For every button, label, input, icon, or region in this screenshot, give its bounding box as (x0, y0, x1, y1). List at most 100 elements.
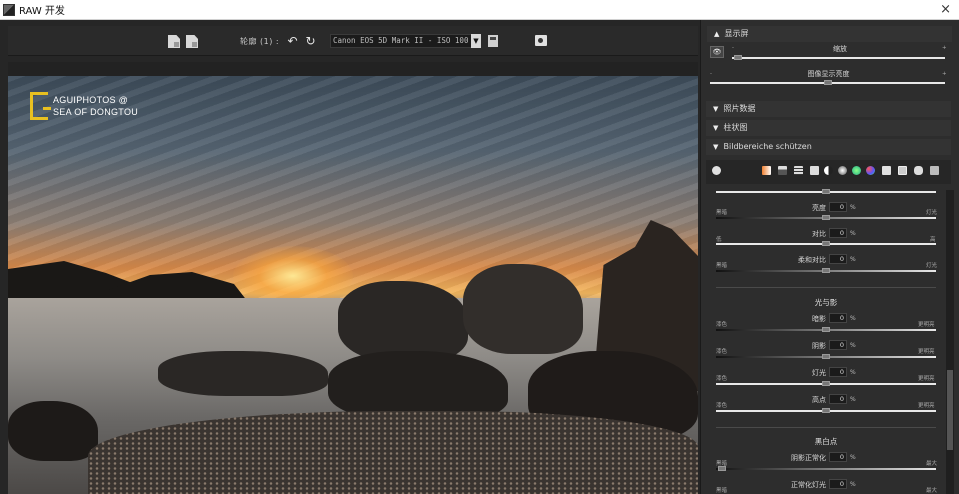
lens-icon[interactable] (930, 166, 939, 175)
pct-unit: % (850, 481, 856, 488)
brightness-slider-knob[interactable] (824, 80, 832, 85)
redo-icon[interactable]: ↻ (304, 34, 317, 48)
color-icon[interactable] (852, 166, 861, 175)
slider-label: 正常化灯光 (791, 481, 826, 489)
title-bar: RAW 开发 × (0, 0, 959, 20)
zoom-slider-knob[interactable] (734, 55, 742, 60)
preview-toolbar: 轮廓 (1) : ↶ ↻ Canon EOS 5D Mark II - ISO … (8, 26, 698, 56)
contrast-icon[interactable] (824, 166, 833, 175)
slider-right-label: 更明亮 (918, 349, 935, 355)
slider-label: 对比 (812, 230, 826, 238)
slider-right-label: 最大 (926, 461, 938, 467)
group-title-black-white: 黑白点 (814, 437, 838, 446)
photo-preview[interactable]: AGUIPHOTOS @ SEA OF DONGTOU (8, 76, 698, 494)
slider-left-label: 漆色 (716, 322, 728, 328)
slider-value-input[interactable]: 0 (829, 202, 847, 212)
light-knob[interactable] (822, 381, 830, 386)
eye-icon[interactable]: 👁 (710, 46, 724, 58)
zoom-label: 缩放 (833, 45, 847, 53)
shadow-normalize-track[interactable] (716, 468, 936, 470)
highlight-knob[interactable] (822, 408, 830, 413)
tool-icon-row (706, 160, 951, 184)
dark-knob[interactable] (822, 327, 830, 332)
rock (8, 401, 98, 461)
hsl-icon[interactable] (866, 166, 875, 175)
section-display-title: 显示屏 (724, 29, 749, 38)
section-display[interactable]: ▲ 显示屏 (707, 26, 952, 42)
slider-label: 阴影正常化 (791, 454, 826, 462)
slider-label: 柔和对比 (798, 256, 826, 264)
pct-unit: % (850, 204, 856, 211)
white-balance-icon[interactable] (762, 166, 771, 175)
pct-unit: % (850, 454, 856, 461)
arrow-down-icon: ▼ (713, 105, 719, 113)
section-photo-data[interactable]: ▼ 照片数据 (706, 101, 951, 117)
slider-label: 高点 (812, 396, 826, 404)
slider-value-input[interactable]: 0 (829, 254, 847, 264)
soft-contrast-knob[interactable] (822, 268, 830, 273)
slider-knob[interactable] (822, 189, 830, 194)
section-protect[interactable]: ▼ Bildbereiche schützen (706, 139, 951, 155)
undo-icon[interactable]: ↶ (286, 34, 299, 48)
divider (716, 287, 936, 288)
slider-right-label: 更明亮 (918, 376, 935, 382)
slider-value-input[interactable]: 0 (829, 228, 847, 238)
brightness-knob[interactable] (822, 215, 830, 220)
tone-curve-icon[interactable] (794, 166, 803, 175)
image-icon[interactable] (810, 166, 819, 175)
rock (463, 264, 583, 354)
camera-profile-icon[interactable] (882, 166, 891, 175)
comment-icon[interactable] (914, 166, 923, 175)
slider-value-input[interactable]: 0 (829, 394, 847, 404)
slider-right-label: 最大 (926, 488, 938, 494)
camera-icon[interactable] (535, 35, 547, 46)
rock (158, 351, 328, 396)
save-icon[interactable] (488, 35, 498, 47)
detail-icon[interactable] (898, 166, 907, 175)
slider-right-label: 更明亮 (918, 322, 935, 328)
slider-left-label: 漆色 (716, 376, 728, 382)
slider-label: 阴影 (812, 342, 826, 350)
shadow-normalize-knob[interactable] (718, 466, 726, 471)
arrow-down-icon: ▼ (713, 143, 719, 151)
watermark-line1: AGUIPHOTOS @ (53, 95, 129, 105)
section-protect-title: Bildbereiche schützen (723, 142, 812, 151)
brightness-plus: + (942, 71, 947, 77)
chevron-down-icon[interactable]: ▼ (471, 34, 481, 48)
pct-unit: % (850, 315, 856, 322)
preset-select[interactable]: Canon EOS 5D Mark II - ISO 100 (330, 34, 480, 48)
slider-left-label: 黑暗 (716, 263, 728, 269)
slider-value-input[interactable]: 0 (829, 340, 847, 350)
section-histogram[interactable]: ▼ 柱状图 (706, 120, 951, 136)
pct-unit: % (850, 230, 856, 237)
slider-label: 暗影 (812, 315, 826, 323)
pebble-beach (88, 411, 698, 494)
rock (338, 281, 468, 361)
slider-value-input[interactable]: 0 (829, 452, 847, 462)
target-icon[interactable] (712, 166, 721, 175)
contrast-knob[interactable] (822, 241, 830, 246)
slider-value-input[interactable]: 0 (829, 479, 847, 489)
pct-unit: % (850, 369, 856, 376)
export-profile-icon[interactable] (186, 35, 198, 48)
slider-value-input[interactable]: 0 (829, 367, 847, 377)
pct-unit: % (850, 342, 856, 349)
slider-label: 亮度 (812, 204, 826, 212)
panel-scrollbar-thumb[interactable] (947, 370, 953, 450)
arrow-up-icon: ▲ (714, 30, 720, 38)
close-icon[interactable]: × (940, 2, 951, 18)
lightness-icon[interactable] (838, 166, 847, 175)
slider-left-label: 漆色 (716, 349, 728, 355)
slider-right-label: 灯光 (926, 263, 938, 269)
zoom-plus: + (942, 45, 947, 51)
zoom-slider-track[interactable] (732, 57, 945, 59)
section-histogram-title: 柱状图 (723, 123, 748, 132)
profile-label: 轮廓 (1) : (240, 37, 280, 46)
zoom-minus: - (732, 45, 734, 51)
exposure-icon[interactable] (778, 166, 787, 175)
slider-value-input[interactable]: 0 (829, 313, 847, 323)
shadow-knob[interactable] (822, 354, 830, 359)
import-profile-icon[interactable] (168, 35, 180, 48)
logo-g-mark (30, 92, 51, 120)
arrow-down-icon: ▼ (713, 124, 719, 132)
